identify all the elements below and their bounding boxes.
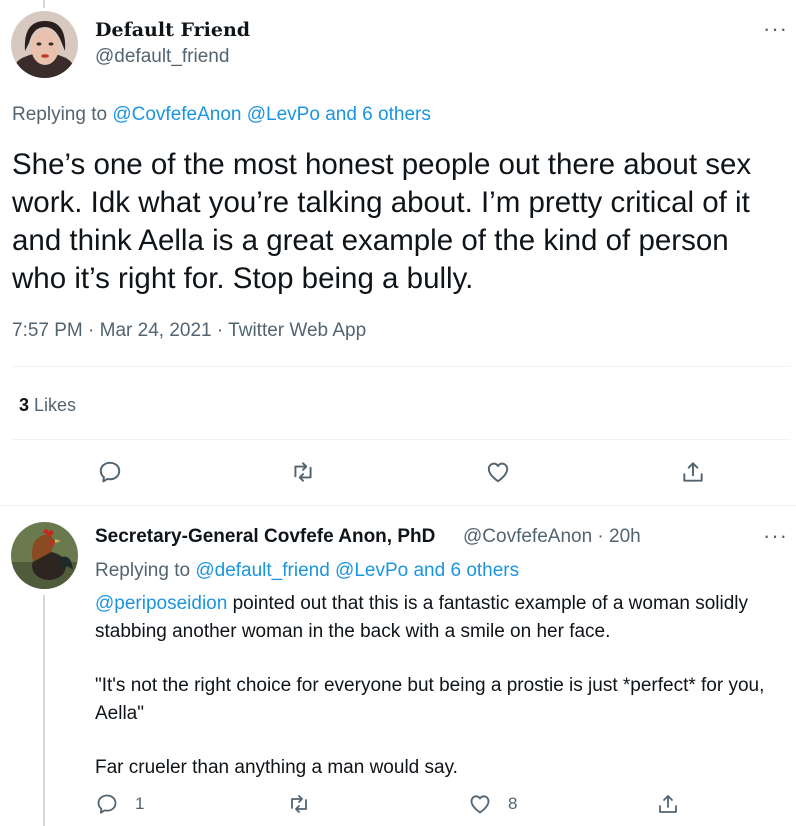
reply-count: 1	[135, 794, 145, 813]
more-options-icon[interactable]: ···	[763, 18, 788, 40]
thread-line-top	[43, 0, 45, 8]
retweet-icon	[294, 462, 312, 482]
retweet-icon	[291, 795, 307, 813]
thread-line	[43, 595, 45, 826]
reply-reply-button[interactable]: 1	[95, 792, 144, 816]
replying-prefix: Replying to	[95, 560, 191, 581]
reply-paragraph: "It's not the right choice for everyone …	[95, 675, 765, 724]
heart-icon	[487, 462, 509, 483]
likes-count: 3	[19, 395, 30, 415]
share-icon	[683, 462, 703, 482]
tweet-meta: 7:57 PM · Mar 24, 2021 · Twitter Web App	[12, 320, 366, 342]
tweet-source[interactable]: Twitter Web App	[228, 320, 366, 341]
avatar[interactable]	[11, 11, 78, 78]
user-handle[interactable]: @default_friend	[95, 46, 229, 68]
tweet-text: She’s one of the most honest people out …	[12, 148, 752, 295]
reply-share-button[interactable]	[656, 792, 680, 816]
meta-separator: ·	[597, 526, 604, 547]
reply-like-button[interactable]: 8	[468, 792, 517, 816]
reply-paragraph: Far crueler than anything a man would sa…	[95, 757, 458, 778]
mention-link[interactable]: @periposeidion	[95, 593, 227, 614]
reply-handle-time: @CovfefeAnon · 20h	[463, 526, 641, 548]
reply-display-name[interactable]: Secretary-General Covfefe Anon, PhD	[95, 526, 435, 548]
reply-age[interactable]: 20h	[609, 526, 641, 547]
reply-icon	[99, 461, 121, 483]
display-name[interactable]: Default Friend	[95, 19, 250, 41]
replying-to-links[interactable]: @CovfefeAnon @LevPo and 6 others	[112, 104, 431, 125]
like-count: 8	[508, 794, 518, 813]
heart-icon	[470, 795, 490, 814]
reply-paragraph: @periposeidion pointed out that this is …	[95, 590, 791, 646]
meta-separator: ·	[88, 320, 95, 341]
divider	[12, 439, 790, 440]
tweet-time[interactable]: 7:57 PM	[12, 320, 83, 341]
meta-separator: ·	[216, 320, 224, 341]
retweet-button[interactable]	[288, 457, 318, 487]
reply-text: @periposeidion pointed out that this is …	[95, 590, 791, 782]
like-button[interactable]	[483, 457, 513, 487]
reply-avatar[interactable]	[11, 522, 78, 589]
share-icon	[659, 795, 677, 813]
share-button[interactable]	[678, 457, 708, 487]
reply-icon	[97, 794, 117, 814]
reply-handle[interactable]: @CovfefeAnon	[463, 526, 592, 547]
reply-retweet-button[interactable]	[287, 792, 311, 816]
reply-button[interactable]	[95, 457, 125, 487]
divider	[12, 366, 790, 367]
replying-to-links[interactable]: @default_friend @LevPo and 6 others	[195, 560, 519, 581]
divider	[0, 505, 796, 506]
reply-replying-to: Replying to @default_friend @LevPo and 6…	[95, 560, 519, 582]
replying-to: Replying to @CovfefeAnon @LevPo and 6 ot…	[12, 104, 431, 126]
likes-stat[interactable]: 3 Likes	[19, 395, 76, 416]
tweet-date[interactable]: Mar 24, 2021	[100, 320, 212, 341]
replying-prefix: Replying to	[12, 104, 108, 125]
likes-label: Likes	[34, 395, 77, 415]
more-options-icon[interactable]: ···	[763, 525, 788, 547]
